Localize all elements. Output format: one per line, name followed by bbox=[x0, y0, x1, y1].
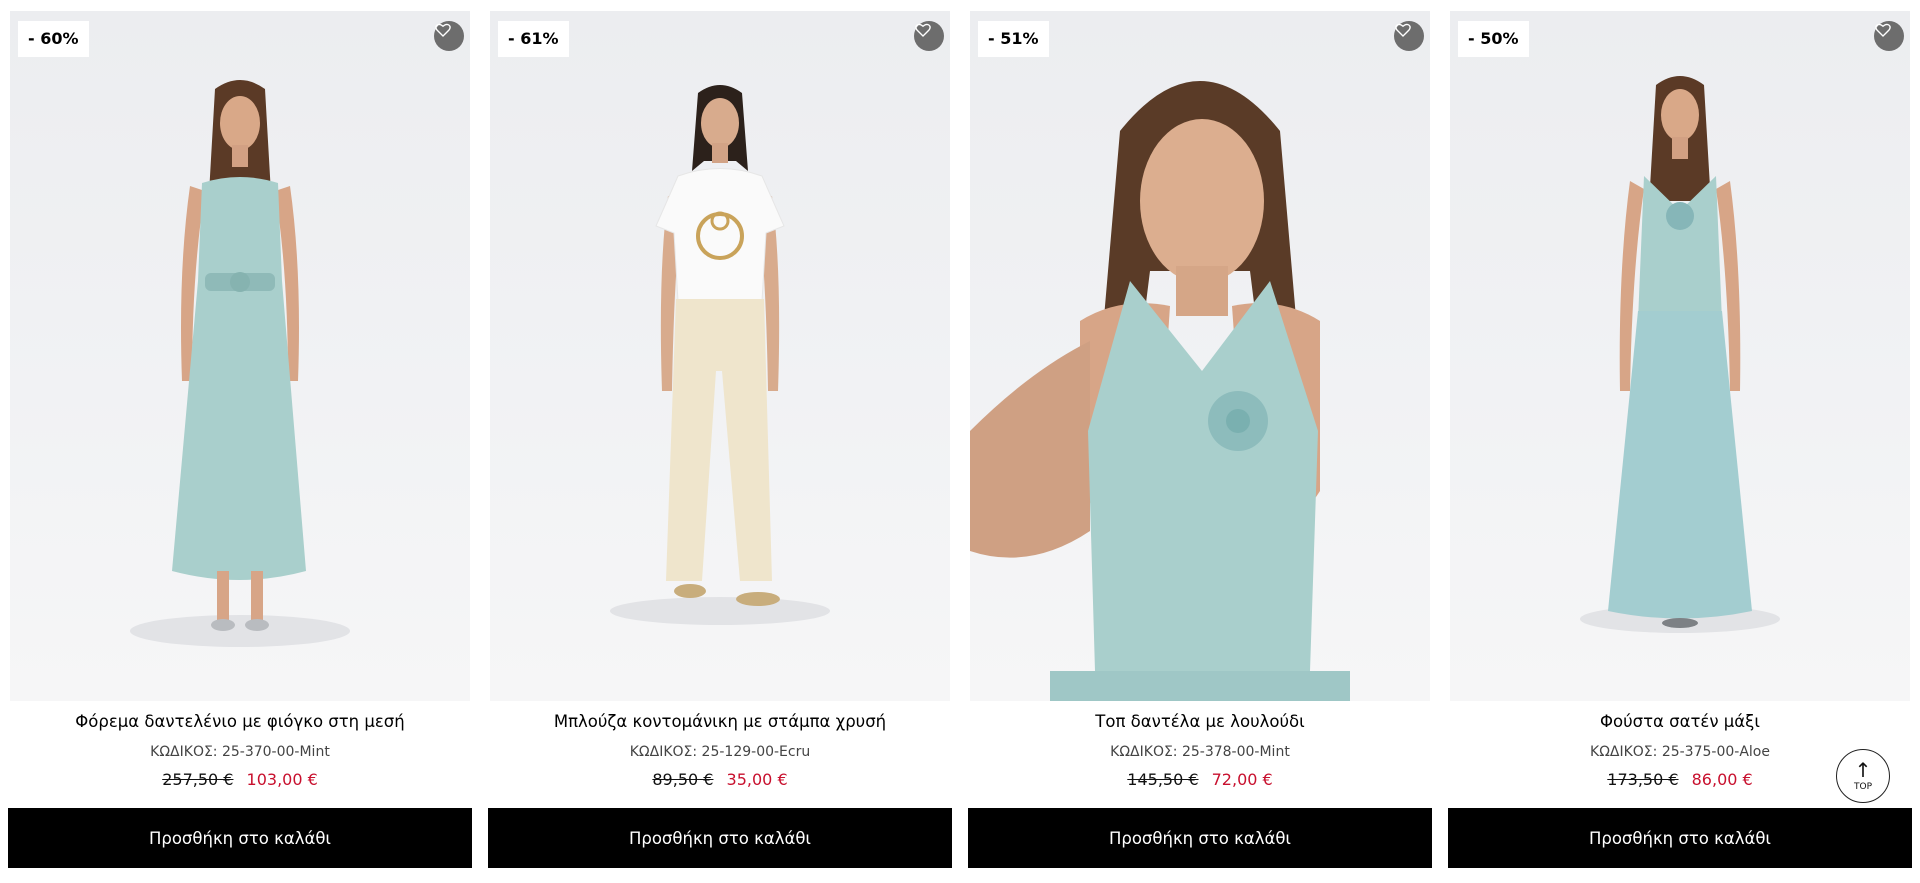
product-card: - 51% Τοπ δαντέλα με λουλούδι ΚΩΔΙΚΟΣ: 2… bbox=[960, 0, 1440, 883]
product-code: ΚΩΔΙΚΟΣ: 25-370-00-Mint bbox=[150, 744, 330, 760]
product-image[interactable]: - 61% bbox=[490, 11, 950, 701]
add-to-cart-button[interactable]: Προσθήκη στο καλάθι bbox=[8, 808, 472, 868]
old-price: 173,50 € bbox=[1607, 770, 1679, 789]
product-grid: - 60% Φόρεμα δαντελένιο με φιόγκο στη με… bbox=[0, 0, 1920, 883]
heart-icon bbox=[1395, 23, 1411, 37]
price-row: 257,50 € 103,00 € bbox=[0, 770, 480, 789]
discount-badge: - 51% bbox=[978, 21, 1049, 57]
sale-price: 72,00 € bbox=[1211, 770, 1273, 789]
price-row: 145,50 € 72,00 € bbox=[960, 770, 1440, 789]
product-code: ΚΩΔΙΚΟΣ: 25-129-00-Ecru bbox=[629, 744, 811, 760]
sale-price: 103,00 € bbox=[246, 770, 318, 789]
product-name[interactable]: Φόρεμα δαντελένιο με φιόγκο στη μεσή bbox=[0, 712, 480, 731]
wishlist-button[interactable] bbox=[1394, 21, 1424, 51]
wishlist-button[interactable] bbox=[1874, 21, 1904, 51]
heart-icon bbox=[1875, 23, 1891, 37]
model-photo bbox=[970, 81, 1350, 701]
model-photo bbox=[610, 85, 830, 625]
old-price: 145,50 € bbox=[1127, 770, 1199, 789]
product-name[interactable]: Τοπ δαντέλα με λουλούδι bbox=[960, 712, 1440, 731]
price-row: 89,50 € 35,00 € bbox=[480, 770, 960, 789]
product-card: - 50% Φούστα σατέν μάξι ΚΩΔΙΚΟΣ: 25-375-… bbox=[1440, 0, 1920, 883]
product-image[interactable]: - 50% bbox=[1450, 11, 1910, 701]
model-photo bbox=[1580, 76, 1780, 633]
discount-badge: - 60% bbox=[18, 21, 89, 57]
product-name[interactable]: Μπλούζα κοντομάνικη με στάμπα χρυσή bbox=[480, 712, 960, 731]
heart-icon bbox=[435, 23, 451, 37]
sale-price: 86,00 € bbox=[1691, 770, 1753, 789]
wishlist-button[interactable] bbox=[434, 21, 464, 51]
product-image[interactable]: - 60% bbox=[10, 11, 470, 701]
add-to-cart-button[interactable]: Προσθήκη στο καλάθι bbox=[488, 808, 952, 868]
arrow-up-icon: ↑ bbox=[1854, 758, 1872, 782]
discount-badge: - 61% bbox=[498, 21, 569, 57]
back-to-top-label: TOP bbox=[1853, 782, 1872, 792]
product-code: ΚΩΔΙΚΟΣ: 25-378-00-Mint bbox=[1110, 744, 1290, 760]
heart-icon bbox=[915, 23, 931, 37]
model-photo bbox=[130, 80, 350, 647]
product-card: - 60% Φόρεμα δαντελένιο με φιόγκο στη με… bbox=[0, 0, 480, 883]
product-card: - 61% Μπλούζα κοντομάνικη με στάμπα χρυσ… bbox=[480, 0, 960, 883]
product-name[interactable]: Φούστα σατέν μάξι bbox=[1440, 712, 1920, 731]
discount-badge: - 50% bbox=[1458, 21, 1529, 57]
back-to-top-button[interactable]: ↑ TOP bbox=[1836, 749, 1890, 803]
old-price: 89,50 € bbox=[652, 770, 714, 789]
sale-price: 35,00 € bbox=[726, 770, 788, 789]
add-to-cart-button[interactable]: Προσθήκη στο καλάθι bbox=[1448, 808, 1912, 868]
old-price: 257,50 € bbox=[162, 770, 234, 789]
add-to-cart-button[interactable]: Προσθήκη στο καλάθι bbox=[968, 808, 1432, 868]
wishlist-button[interactable] bbox=[914, 21, 944, 51]
product-image[interactable]: - 51% bbox=[970, 11, 1430, 701]
